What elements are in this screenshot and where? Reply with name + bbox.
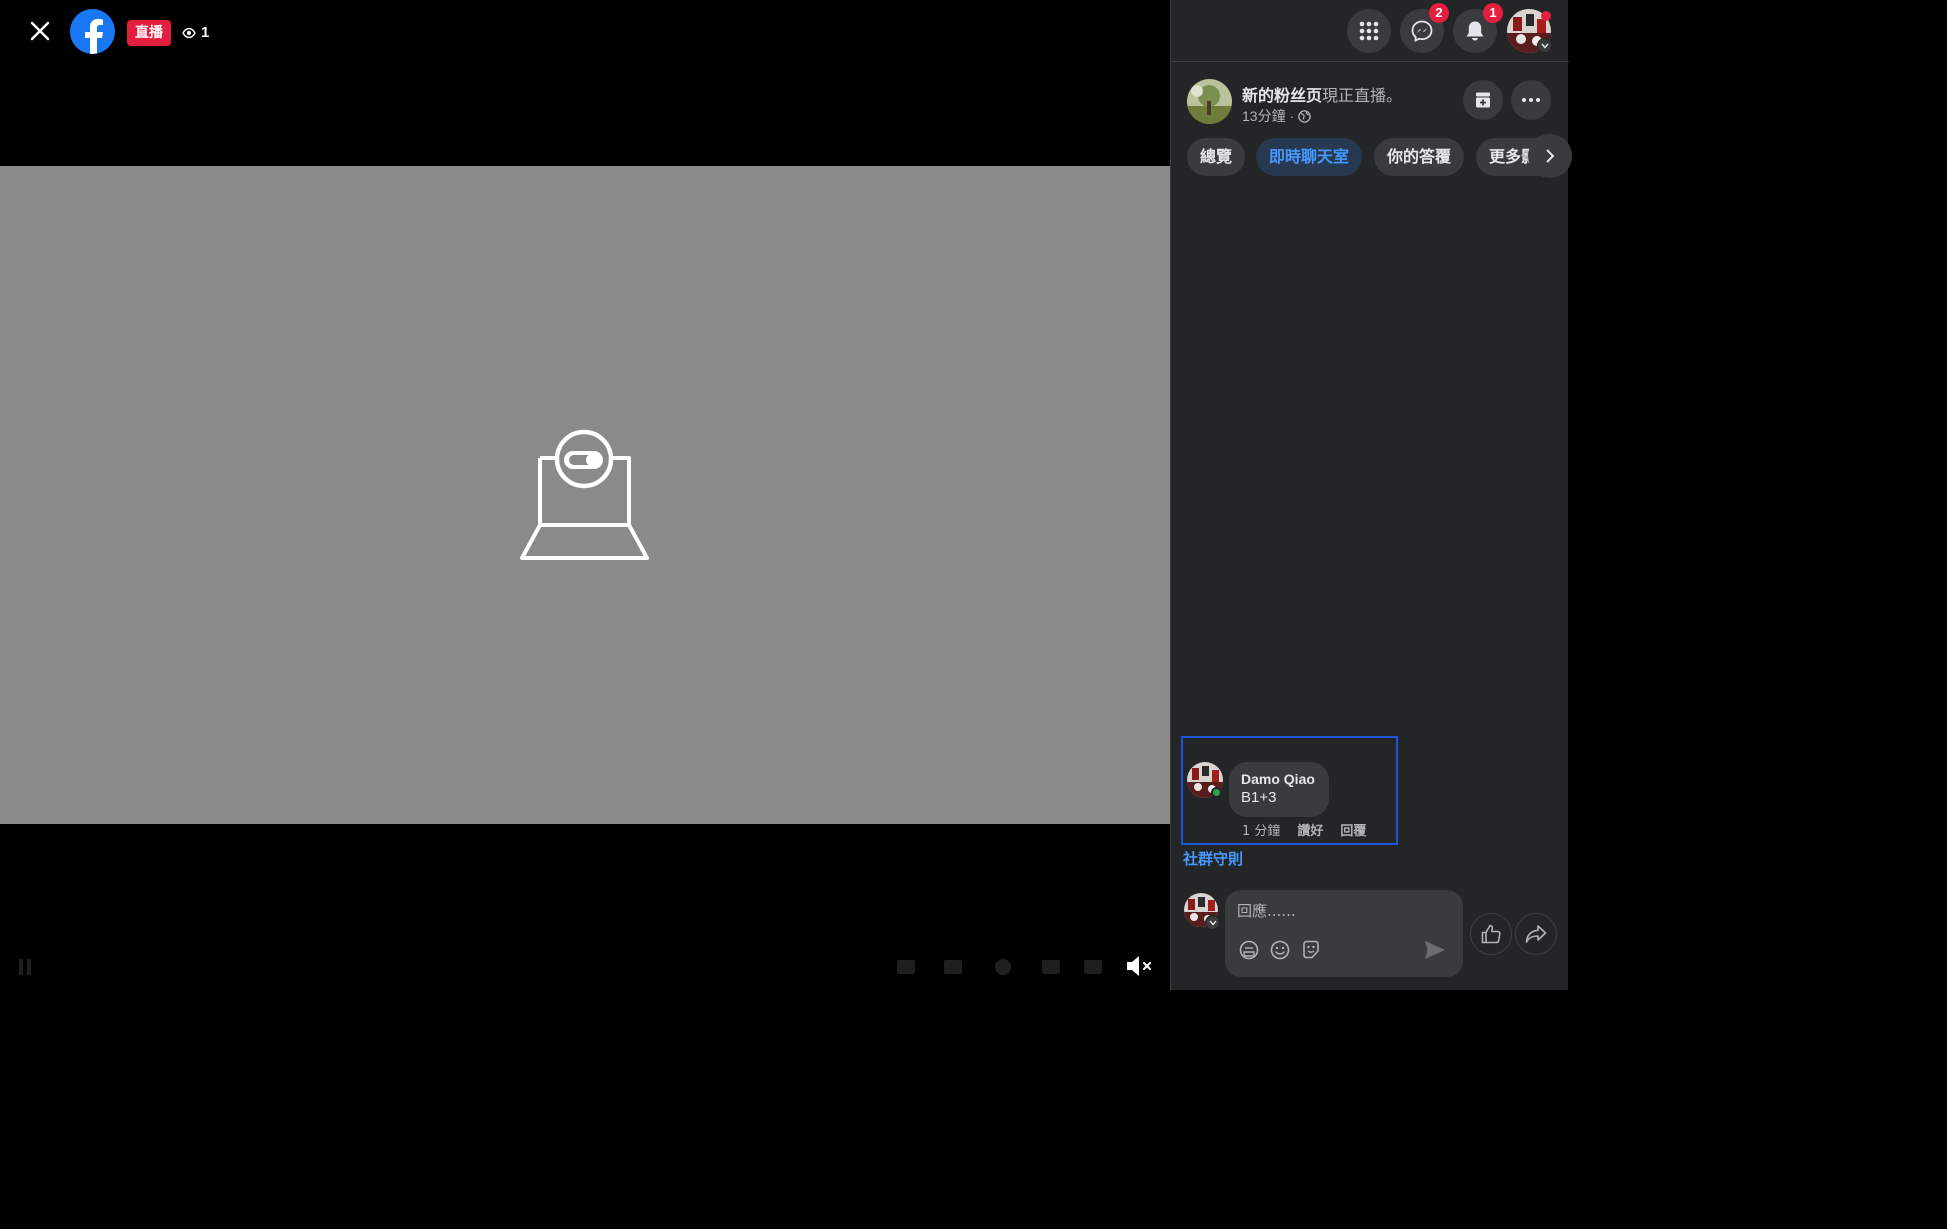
post-time[interactable]: 13分鐘 ·: [1242, 106, 1294, 126]
eye-icon: [182, 27, 196, 38]
page-avatar[interactable]: [1187, 79, 1232, 124]
live-status: 現正直播。: [1322, 88, 1403, 105]
muted-volume-icon[interactable]: [1124, 952, 1154, 980]
community-guidelines-link[interactable]: 社群守則: [1183, 848, 1243, 869]
viewer-count-value: 1: [201, 24, 210, 41]
viewer-count: 1: [182, 24, 209, 41]
chevron-down-icon: [1540, 43, 1549, 49]
bell-icon: [1466, 21, 1484, 41]
live-badge: 直播: [127, 20, 171, 46]
comment-bubble: Damo Qiao B1+3: [1229, 762, 1329, 817]
video-topbar: 直播 1: [0, 0, 1170, 66]
comment-author[interactable]: Damo Qiao: [1241, 771, 1317, 787]
messenger-icon: [1411, 20, 1433, 42]
chevron-down-icon: [1208, 920, 1217, 926]
page-photo: [1187, 79, 1232, 124]
globe-icon: [1298, 109, 1311, 123]
more-options-button[interactable]: [1511, 80, 1551, 120]
tab-your-replies[interactable]: 你的答覆: [1374, 138, 1465, 176]
video-area: 直播 1: [0, 0, 1170, 990]
thumbs-up-icon: [1481, 924, 1501, 944]
quality-icon[interactable]: [942, 956, 964, 978]
facebook-f-icon: [84, 19, 103, 54]
live-video-viewer: 直播 1 2 1 新的粉丝页現正直播。 13分鐘 · 總覽 即時聊天室 你的答覆…: [0, 0, 1572, 990]
comment-input[interactable]: [1237, 899, 1452, 923]
global-nav: 2 1: [1171, 0, 1569, 62]
chevron-right-icon: [1546, 149, 1555, 163]
like-comment-button[interactable]: 讚好: [1297, 820, 1323, 839]
like-video-button[interactable]: [1470, 913, 1512, 955]
account-menu-toggle[interactable]: [1537, 38, 1552, 53]
emoji-icon[interactable]: [1269, 939, 1291, 961]
tabs-next-button[interactable]: [1528, 134, 1572, 178]
post-meta: 13分鐘 ·: [1242, 106, 1311, 126]
tab-overview[interactable]: 總覽: [1187, 138, 1246, 176]
comment-text: B1+3: [1241, 789, 1277, 806]
save-video-button[interactable]: [1463, 80, 1503, 120]
page-name[interactable]: 新的粉丝页: [1242, 88, 1322, 105]
camera-off-icon: [520, 429, 649, 560]
tab-live-chat[interactable]: 即時聊天室: [1256, 138, 1363, 176]
avatar-sticker-icon[interactable]: [1238, 939, 1260, 961]
comment-time[interactable]: 1 分鐘: [1242, 820, 1280, 839]
grid-menu-icon: [1359, 21, 1379, 41]
pip-icon[interactable]: [1040, 956, 1062, 978]
composer-identity-toggle[interactable]: [1205, 915, 1220, 930]
save-icon: [1476, 92, 1490, 108]
comment-composer: [1225, 890, 1463, 977]
post-header: 新的粉丝页現正直播。 13分鐘 ·: [1187, 78, 1557, 128]
facebook-logo[interactable]: [70, 9, 115, 54]
account-alert-dot: [1541, 11, 1551, 21]
more-horizontal-icon: [1522, 98, 1540, 102]
messenger-badge: 2: [1429, 3, 1449, 23]
comment-actions: 1 分鐘 讚好 回覆: [1242, 820, 1366, 839]
online-status-dot: [1211, 787, 1222, 798]
pause-icon[interactable]: [14, 956, 36, 978]
close-icon: [30, 21, 50, 41]
share-icon: [1525, 925, 1547, 943]
player-controls: [0, 944, 1170, 990]
sticker-icon[interactable]: [1300, 939, 1322, 961]
captions-icon[interactable]: [895, 956, 917, 978]
send-icon[interactable]: [1423, 939, 1447, 961]
menu-button[interactable]: [1347, 9, 1391, 53]
close-button[interactable]: [24, 15, 56, 47]
reply-comment-button[interactable]: 回覆: [1340, 820, 1366, 839]
share-video-button[interactable]: [1515, 913, 1557, 955]
settings-icon[interactable]: [992, 956, 1014, 978]
page-name-line: 新的粉丝页現正直播。: [1242, 82, 1402, 106]
fullscreen-icon[interactable]: [1082, 956, 1104, 978]
notifications-badge: 1: [1483, 3, 1503, 23]
panel-tabs: 總覽 即時聊天室 你的答覆 更多影片: [1187, 138, 1569, 176]
